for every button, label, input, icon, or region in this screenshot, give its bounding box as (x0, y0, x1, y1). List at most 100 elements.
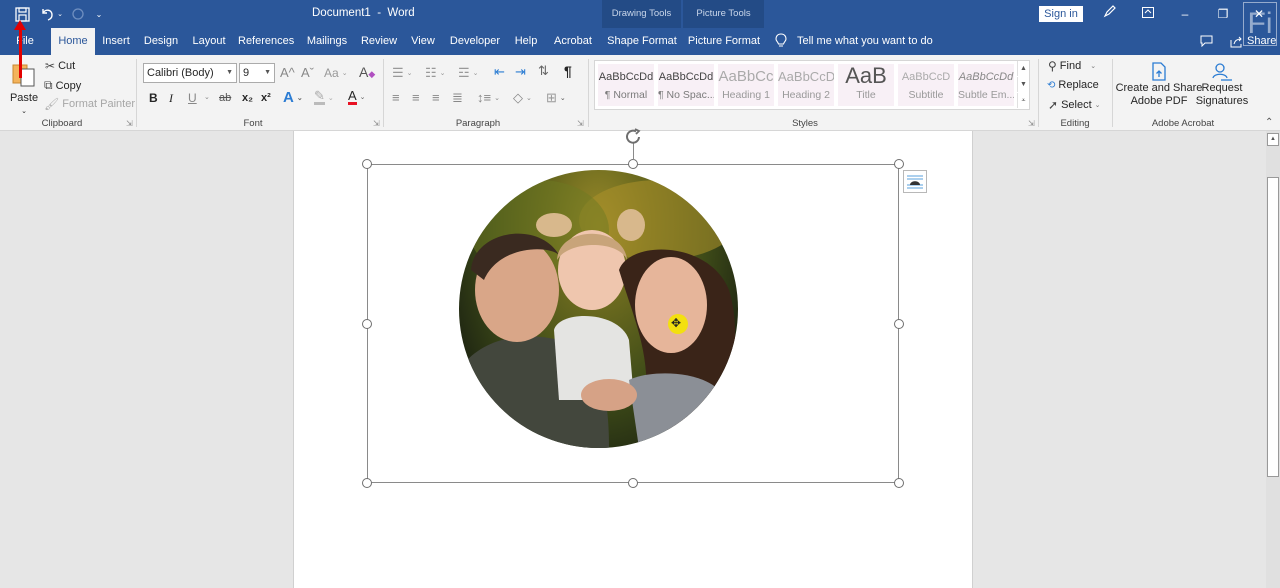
layout-options-button[interactable] (903, 170, 927, 193)
strikethrough-button[interactable]: ab (219, 92, 231, 104)
rotate-handle-icon[interactable] (624, 128, 644, 146)
tab-mailings[interactable]: Mailings (304, 28, 350, 55)
multilevel-list-button[interactable]: ☲ ⌄ (458, 65, 479, 81)
resize-handle-top-left[interactable] (362, 159, 372, 169)
resize-handle-bottom-left[interactable] (362, 478, 372, 488)
styles-scroll-down-icon[interactable]: ▼ (1017, 77, 1029, 92)
create-share-pdf-button[interactable]: Create and Share Adobe PDF (1116, 62, 1202, 108)
change-case-button[interactable]: Aa ⌄ (324, 66, 348, 80)
picture-tools-label: Picture Tools (696, 8, 751, 19)
style-normal[interactable]: AaBbCcDd ¶ Normal (598, 64, 654, 106)
request-signatures-button[interactable]: Request Signatures (1196, 62, 1248, 108)
undo-dropdown-icon[interactable]: ⌄ (55, 4, 65, 24)
shrink-font-button[interactable]: Aˇ (301, 65, 314, 80)
resize-handle-right[interactable] (894, 319, 904, 329)
styles-scroll-up-icon[interactable]: ▲ (1017, 61, 1029, 76)
style-heading-1[interactable]: AaBbCc Heading 1 (718, 64, 774, 106)
scrollbar-thumb[interactable] (1267, 177, 1279, 477)
resize-handle-top[interactable] (628, 159, 638, 169)
align-left-button[interactable]: ≡ (392, 90, 400, 105)
pen-icon[interactable] (1099, 4, 1121, 24)
select-button[interactable]: ➚ Select ⌄ (1048, 98, 1101, 112)
style-title[interactable]: AaB Title (838, 64, 894, 106)
tab-help[interactable]: Help (512, 28, 540, 55)
sort-button[interactable]: ⇅ (538, 63, 549, 79)
undo-icon[interactable] (37, 4, 57, 24)
styles-launcher-icon[interactable]: ⇲ (1028, 119, 1035, 128)
resize-handle-top-right[interactable] (894, 159, 904, 169)
italic-button[interactable]: I (169, 91, 173, 106)
tell-me-search[interactable]: Tell me what you want to do (797, 28, 933, 55)
ribbon-display-options-icon[interactable] (1137, 4, 1159, 24)
tab-home[interactable]: Home (51, 28, 95, 55)
font-launcher-icon[interactable]: ⇲ (373, 119, 380, 128)
scroll-up-icon[interactable]: ▲ (1267, 133, 1279, 146)
tab-insert[interactable]: Insert (100, 28, 132, 55)
bold-button[interactable]: B (149, 91, 158, 105)
paragraph-launcher-icon[interactable]: ⇲ (577, 119, 584, 128)
paste-button[interactable]: Paste ⌄ (10, 61, 38, 115)
align-center-button[interactable]: ≡ (412, 90, 420, 105)
paragraph-group-label: Paragraph (455, 118, 501, 129)
resize-handle-bottom[interactable] (628, 478, 638, 488)
tab-acrobat[interactable]: Acrobat (550, 28, 596, 55)
style-name: Heading 2 (782, 89, 830, 101)
redo-icon[interactable] (68, 4, 88, 24)
tab-design[interactable]: Design (142, 28, 180, 55)
restore-button[interactable]: ❐ (1212, 4, 1234, 24)
borders-button[interactable]: ⊞ ⌄ (546, 90, 566, 106)
tab-layout[interactable]: Layout (190, 28, 228, 55)
style-subtle-emphasis[interactable]: AaBbCcDd Subtle Em... (958, 64, 1014, 106)
collapse-ribbon-icon[interactable]: ⌃ (1265, 117, 1273, 128)
underline-dropdown-icon[interactable]: ⌄ (204, 93, 210, 101)
justify-button[interactable]: ≣ (452, 90, 463, 106)
subscript-button[interactable]: x₂ (242, 92, 253, 104)
numbering-button[interactable]: ☷ ⌄ (425, 65, 446, 81)
vertical-scrollbar[interactable]: ▲ (1266, 131, 1280, 588)
superscript-button[interactable]: x² (261, 92, 271, 104)
resize-handle-left[interactable] (362, 319, 372, 329)
customize-qat-icon[interactable]: ⌄ (93, 4, 105, 24)
tab-developer[interactable]: Developer (448, 28, 502, 55)
comments-icon[interactable] (1198, 28, 1214, 55)
acrobat-group-label: Adobe Acrobat (1151, 118, 1215, 129)
cursor-arrow-icon: ➚ (1048, 98, 1059, 112)
font-size-combo[interactable]: 9 ▼ (239, 63, 275, 83)
resize-handle-bottom-right[interactable] (894, 478, 904, 488)
tab-file[interactable]: File (12, 28, 38, 55)
replace-button[interactable]: ⟲ Replace (1047, 79, 1099, 91)
minimize-button[interactable]: – (1174, 4, 1196, 24)
tab-references[interactable]: References (238, 28, 294, 55)
font-name-combo[interactable]: Calibri (Body) ▼ (143, 63, 237, 83)
style-subtitle[interactable]: AaBbCcD Subtitle (898, 64, 954, 106)
font-color-button[interactable]: A ⌄ (348, 89, 366, 105)
align-right-button[interactable]: ≡ (432, 90, 440, 105)
style-heading-2[interactable]: AaBbCcD Heading 2 (778, 64, 834, 106)
sign-in-button[interactable]: Sign in (1039, 6, 1083, 22)
tab-shape-format[interactable]: Shape Format (604, 28, 680, 55)
line-spacing-button[interactable]: ↕≡ ⌄ (477, 90, 500, 105)
cut-button[interactable]: ✂ Cut (45, 59, 75, 73)
style-no-spacing[interactable]: AaBbCcDd ¶ No Spac... (658, 64, 714, 106)
clear-formatting-button[interactable]: A◆ (359, 64, 375, 80)
tab-picture-format[interactable]: Picture Format (685, 28, 763, 55)
tab-review[interactable]: Review (360, 28, 398, 55)
family-photo[interactable] (459, 170, 738, 448)
increase-indent-button[interactable]: ⇥ (515, 64, 526, 80)
find-button[interactable]: ⚲ Find ⌄ (1048, 59, 1096, 73)
shading-button[interactable]: ◇ ⌄ (513, 90, 532, 106)
tab-view[interactable]: View (409, 28, 437, 55)
format-painter-button[interactable]: 🖌 Format Painter (44, 97, 135, 111)
text-effects-button[interactable]: A ⌄ (283, 89, 303, 106)
bullets-button[interactable]: ☰ ⌄ (392, 65, 413, 81)
highlight-button[interactable]: ✎ ⌄ (314, 89, 334, 105)
style-name: ¶ Normal (604, 89, 648, 101)
clipboard-launcher-icon[interactable]: ⇲ (126, 119, 133, 128)
copy-button[interactable]: ⧉ Copy (44, 78, 81, 93)
styles-more-icon[interactable]: ⩡ (1017, 93, 1029, 108)
grow-font-button[interactable]: A^ (280, 65, 295, 80)
show-formatting-button[interactable]: ¶ (564, 63, 572, 79)
paste-dropdown-icon[interactable]: ⌄ (21, 107, 27, 115)
decrease-indent-button[interactable]: ⇤ (494, 64, 505, 80)
underline-button[interactable]: U (188, 91, 197, 105)
